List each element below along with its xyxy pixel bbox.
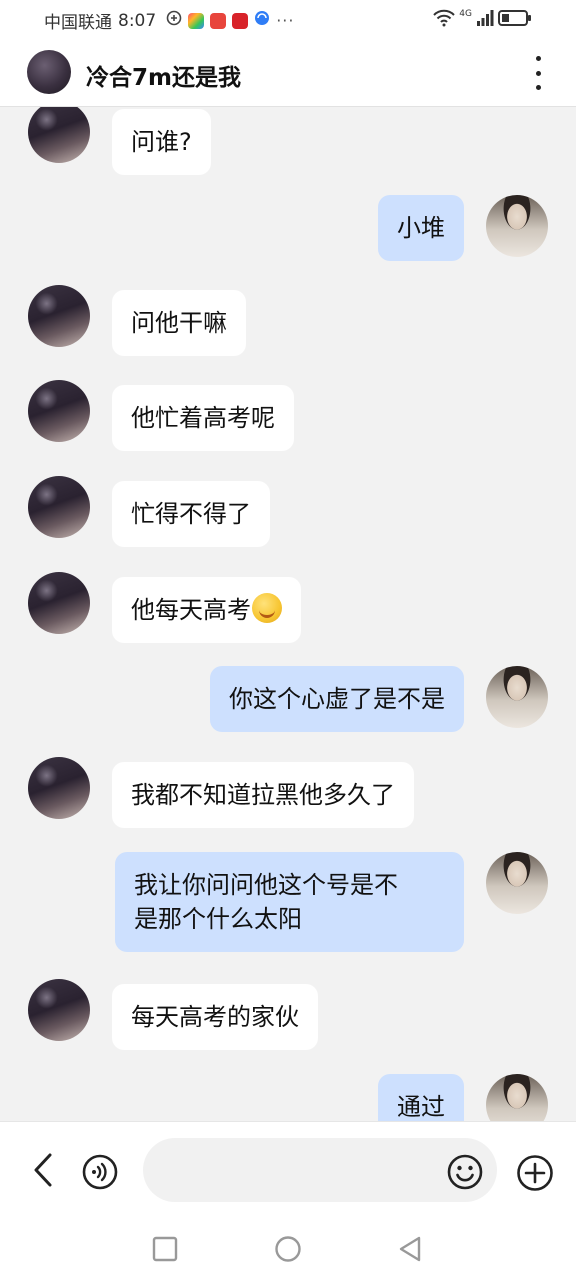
message-bubble[interactable]: 每天高考的家伙	[112, 984, 318, 1050]
recents-square-icon[interactable]	[151, 1235, 179, 1263]
signal-icon	[476, 9, 494, 31]
my-avatar[interactable]	[486, 1074, 548, 1121]
status-left: 中国联通 8:07 ···	[44, 8, 294, 34]
message-text: 他每天高考	[131, 596, 251, 624]
message-bubble[interactable]: 他忙着高考呢	[112, 385, 294, 451]
chat-title[interactable]: 冷合7m还是我	[86, 58, 241, 92]
other-avatar[interactable]	[28, 757, 90, 819]
other-avatar[interactable]	[28, 476, 90, 538]
message-bubble[interactable]: 你这个心虚了是不是	[210, 666, 464, 732]
other-avatar[interactable]	[28, 285, 90, 347]
my-avatar[interactable]	[486, 195, 548, 257]
home-circle-icon[interactable]	[274, 1235, 302, 1263]
message-list[interactable]: 问谁? 小堆 问他干嘛 他忙着高考呢 忙得不得了 他每天高考 你这个心虚了是不是…	[0, 107, 576, 1121]
plus-icon[interactable]	[516, 1154, 554, 1192]
reader-icon	[232, 12, 249, 29]
back-triangle-icon[interactable]	[396, 1235, 424, 1263]
notification-icons: ···	[166, 10, 294, 31]
status-bar: 中国联通 8:07 ··· 4G	[0, 0, 576, 40]
more-vertical-icon[interactable]	[528, 56, 548, 90]
app-store-icon	[188, 12, 205, 29]
message-bubble[interactable]: 问谁?	[112, 109, 211, 175]
other-avatar[interactable]	[28, 380, 90, 442]
chevron-left-icon[interactable]	[30, 1152, 58, 1188]
grin-squint-emoji-icon	[252, 593, 282, 623]
wifi-icon	[433, 9, 456, 31]
mail-icon	[210, 12, 227, 29]
other-avatar[interactable]	[28, 979, 90, 1041]
chat-header: 冷合7m还是我	[0, 40, 576, 107]
my-avatar[interactable]	[486, 666, 548, 728]
vpn-icon	[166, 10, 182, 31]
emoji-icon[interactable]	[447, 1154, 483, 1190]
other-avatar[interactable]	[28, 107, 90, 163]
input-bar	[0, 1121, 576, 1220]
message-bubble[interactable]: 问他干嘛	[112, 290, 246, 356]
my-avatar[interactable]	[486, 852, 548, 914]
message-bubble[interactable]: 我让你问问他这个号是不 是那个什么太阳	[115, 852, 464, 952]
voice-icon[interactable]	[82, 1154, 118, 1190]
carrier-name: 中国联通	[44, 13, 112, 33]
message-bubble[interactable]: 通过	[378, 1074, 464, 1121]
message-bubble[interactable]: 小堆	[378, 195, 464, 261]
more-notifications-icon: ···	[276, 11, 295, 30]
browser-icon	[254, 10, 270, 31]
contact-avatar[interactable]	[27, 50, 71, 94]
message-bubble[interactable]: 忙得不得了	[112, 481, 270, 547]
message-bubble[interactable]: 我都不知道拉黑他多久了	[112, 762, 414, 828]
status-right: 4G	[433, 9, 532, 31]
network-type: 4G	[459, 9, 472, 19]
system-nav-bar	[0, 1219, 576, 1280]
clock: 8:07	[118, 10, 157, 31]
message-input[interactable]	[143, 1138, 497, 1202]
message-bubble[interactable]: 他每天高考	[112, 577, 301, 643]
other-avatar[interactable]	[28, 572, 90, 634]
battery-icon	[498, 9, 532, 31]
